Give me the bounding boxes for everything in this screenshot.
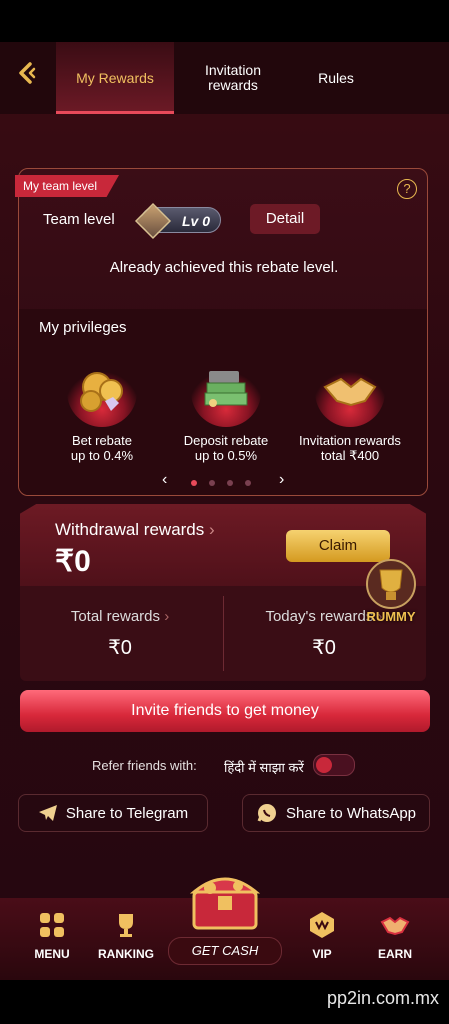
- privilege-line2: up to 0.5%: [194, 448, 258, 463]
- achieved-text: Already achieved this rebate level.: [109, 259, 339, 276]
- hindi-share-label: हिंदी में साझा करें: [224, 760, 304, 775]
- team-level-ribbon: My team level: [15, 175, 120, 197]
- carousel-next-icon[interactable]: ›: [279, 471, 284, 489]
- rummy-trophy-icon: [366, 559, 416, 609]
- privileges-title: My privileges: [39, 319, 127, 336]
- level-badge: Lv 0: [134, 202, 221, 240]
- nav-earn[interactable]: EARN: [363, 910, 427, 961]
- tab-label: Invitation rewards: [204, 62, 262, 93]
- total-rewards-label: Total rewards: [70, 608, 161, 625]
- nav-vip-label: VIP: [312, 947, 332, 961]
- privilege-line2: total ₹400: [320, 448, 380, 463]
- tab-label: My Rewards: [76, 69, 154, 86]
- withdrawal-value: ₹0: [55, 545, 91, 578]
- share-whatsapp-button[interactable]: Share to WhatsApp: [242, 794, 430, 832]
- vip-crown-icon: [310, 912, 334, 938]
- trophy-icon: [119, 914, 133, 937]
- earn-handshake-icon: [380, 916, 410, 936]
- whatsapp-icon: [257, 804, 276, 822]
- carousel-dots: [169, 477, 279, 489]
- withdrawal-label-text: Withdrawal rewards: [55, 520, 205, 539]
- privilege-deposit-rebate[interactable]: Deposit rebate up to 0.5%: [161, 357, 291, 463]
- nav-ranking[interactable]: RANKING: [94, 910, 158, 961]
- nav-menu-label: MENU: [34, 947, 70, 961]
- share-telegram-button[interactable]: Share to Telegram: [18, 794, 208, 832]
- cash-stack-icon: [191, 357, 261, 427]
- privilege-bet-rebate[interactable]: Bet rebate up to 0.4%: [37, 357, 167, 463]
- share-telegram-label: Share to Telegram: [65, 804, 189, 822]
- handshake-icon: [315, 357, 385, 427]
- nav-ranking-label: RANKING: [98, 947, 154, 961]
- privilege-invitation-rewards[interactable]: Invitation rewards total ₹400: [285, 357, 415, 463]
- privilege-line1: Deposit rebate: [183, 433, 269, 448]
- back-arrow-icon: [19, 62, 36, 84]
- share-whatsapp-label: Share to WhatsApp: [285, 804, 417, 822]
- carousel-dot[interactable]: [227, 480, 233, 486]
- coins-icon: [67, 357, 137, 427]
- tab-invitation-rewards[interactable]: Invitation rewards: [180, 42, 286, 114]
- top-bar: My Rewards Invitation rewards Rules: [0, 42, 449, 114]
- tab-label: Rules: [318, 69, 354, 86]
- nav-vip[interactable]: VIP: [290, 910, 354, 961]
- telegram-icon: [38, 805, 57, 821]
- rummy-floating-button[interactable]: RUMMY: [356, 558, 426, 626]
- chevron-right-icon: ›: [164, 608, 170, 625]
- carousel-dot[interactable]: [245, 480, 251, 486]
- privilege-line2: up to 0.4%: [70, 448, 134, 463]
- privilege-line1: Invitation rewards: [299, 433, 401, 448]
- nav-earn-label: EARN: [377, 947, 412, 961]
- tab-my-rewards[interactable]: My Rewards: [56, 42, 174, 114]
- todays-rewards-value: ₹0: [312, 637, 336, 659]
- total-rewards[interactable]: Total rewards › ₹0: [20, 608, 220, 660]
- carousel-prev-icon[interactable]: ‹: [162, 471, 167, 489]
- tab-rules[interactable]: Rules: [296, 42, 376, 114]
- nav-menu[interactable]: MENU: [20, 910, 84, 961]
- level-gem-icon: [134, 202, 172, 240]
- nav-get-cash[interactable]: GET CASH: [168, 937, 282, 965]
- treasure-chest-icon[interactable]: [180, 862, 270, 934]
- privilege-line1: Bet rebate: [72, 433, 132, 448]
- team-level-label: Team level: [43, 211, 115, 228]
- menu-grid-icon: [40, 913, 64, 937]
- invite-friends-button[interactable]: Invite friends to get money: [20, 690, 430, 732]
- help-icon[interactable]: ?: [397, 179, 417, 199]
- level-badge-text: Lv 0: [181, 213, 210, 229]
- total-rewards-value: ₹0: [108, 637, 132, 659]
- rummy-label: RUMMY: [366, 609, 416, 624]
- back-button[interactable]: [12, 60, 42, 90]
- chevron-right-icon: ›: [209, 520, 215, 539]
- carousel-dot[interactable]: [209, 480, 215, 486]
- team-level-card: My team level ? Team level Lv 0 Detail A…: [15, 168, 428, 496]
- withdrawal-label[interactable]: Withdrawal rewards ›: [55, 520, 215, 540]
- app-screen: My Rewards Invitation rewards Rules My te…: [0, 42, 449, 980]
- detail-button[interactable]: Detail: [250, 204, 320, 234]
- refer-friends-label: Refer friends with:: [92, 758, 197, 773]
- watermark-text: pp2in.com.mx: [326, 988, 439, 1008]
- carousel-dot[interactable]: [191, 480, 197, 486]
- hindi-share-toggle[interactable]: [313, 754, 355, 776]
- privileges-panel: My privileges Bet rebate up to 0.4% Depos…: [19, 309, 427, 495]
